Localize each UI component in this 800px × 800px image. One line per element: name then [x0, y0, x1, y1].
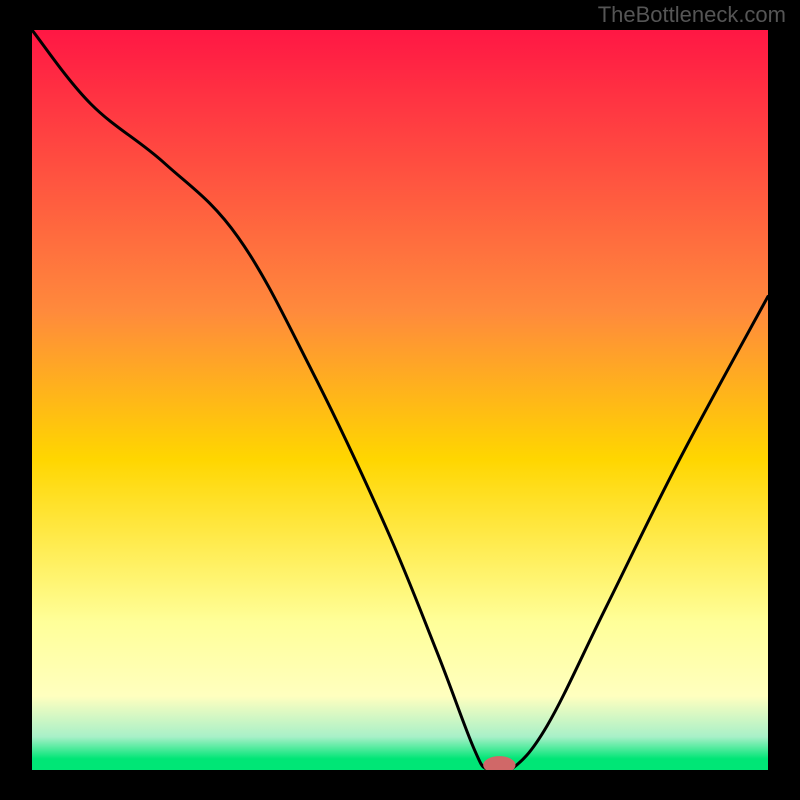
gradient-background — [32, 30, 768, 770]
chart-frame: TheBottleneck.com — [0, 0, 800, 800]
plot-area — [32, 30, 768, 770]
plot-svg — [32, 30, 768, 770]
watermark-text: TheBottleneck.com — [598, 2, 786, 28]
